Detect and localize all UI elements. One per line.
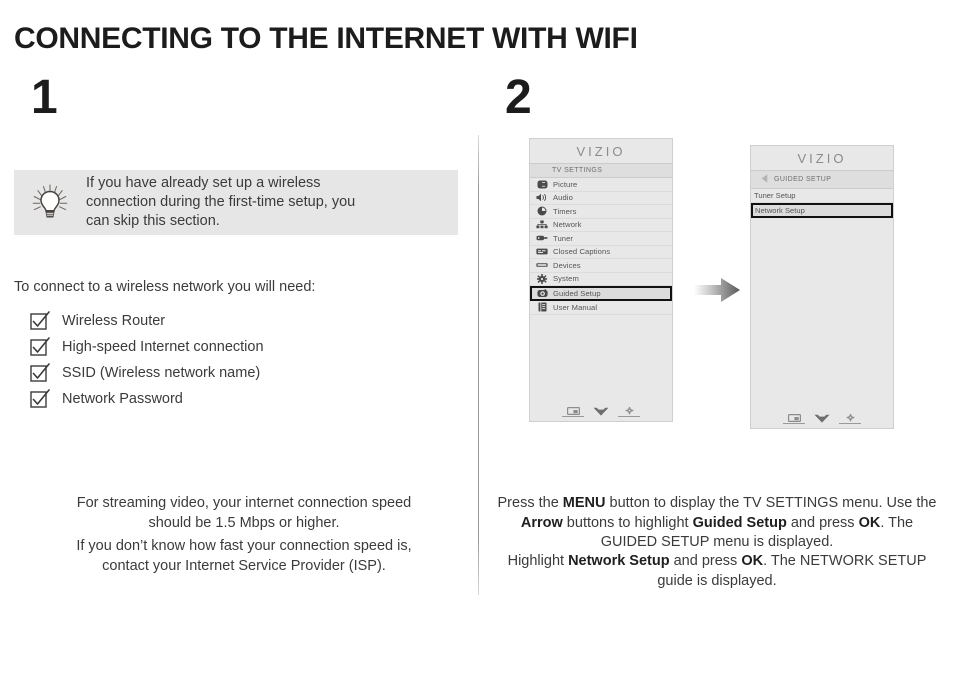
tip-line-3: can skip this section. — [86, 213, 220, 229]
checklist-label: High-speed Internet connection — [62, 339, 264, 355]
menu-item-timers[interactable]: Timers — [530, 205, 672, 219]
caption-text: and press — [786, 514, 859, 531]
checkbox-checked-icon — [30, 337, 52, 357]
checkbox-checked-icon — [30, 363, 52, 383]
picture-icon — [534, 179, 550, 190]
menu-item-label: Network Setup — [755, 206, 805, 215]
lightbulb-icon — [14, 181, 86, 225]
clock-icon — [534, 206, 550, 217]
list-item: Wireless Router — [30, 308, 264, 334]
tv-settings-header: TV SETTINGS — [530, 163, 672, 178]
column-divider — [478, 135, 479, 595]
menu-item-label: System — [553, 274, 579, 284]
step-number-2: 2 — [505, 71, 532, 124]
input-icon[interactable] — [562, 406, 584, 417]
tip-box: If you have already set up a wireless co… — [14, 170, 458, 235]
note-line: If you don’t know how fast your connecti… — [76, 538, 412, 554]
menu-item-label: Devices — [553, 260, 581, 270]
note-streaming-speed: For streaming video, your internet conne… — [24, 493, 464, 533]
caption-text: button to display the TV SETTINGS menu. … — [605, 495, 937, 511]
checklist-label: Network Password — [62, 391, 183, 407]
menu-item-guided-setup[interactable]: Guided Setup — [530, 286, 672, 301]
devices-icon — [534, 260, 550, 271]
menu-item-closed-captions[interactable]: Closed Captions — [530, 245, 672, 259]
caption-emphasis-network-setup: Network Setup — [568, 553, 670, 569]
note-line: should be 1.5 Mbps or higher. — [148, 515, 340, 531]
menu-item-picture[interactable]: Picture — [530, 178, 672, 192]
user-manual-icon — [534, 302, 550, 313]
tuner-icon — [534, 233, 550, 244]
tip-text: If you have already set up a wireless co… — [86, 174, 363, 231]
checklist-intro: To connect to a wireless network you wil… — [14, 279, 316, 295]
tv-footer-2 — [751, 413, 893, 424]
back-arrow-icon[interactable] — [761, 174, 768, 185]
step-2-caption-paragraph-1: Press the MENU button to display the TV … — [494, 494, 940, 553]
closed-captions-icon — [534, 246, 550, 257]
step-2-caption-paragraph-2: Highlight Network Setup and press OK. Th… — [494, 552, 940, 591]
list-item: High-speed Internet connection — [30, 334, 264, 360]
caption-emphasis-ok: OK — [858, 514, 881, 531]
menu-item-tuner-setup[interactable]: Tuner Setup — [751, 189, 893, 203]
tv-settings-header-label: TV SETTINGS — [552, 167, 603, 174]
menu-item-label: Guided Setup — [553, 289, 601, 298]
note-line: contact your Internet Service Provider (… — [102, 558, 386, 574]
tv-settings-screen: VIZIO TV SETTINGS Picture Audio Timers N… — [529, 138, 673, 422]
checkbox-checked-icon — [30, 311, 52, 331]
menu-item-label: User Manual — [553, 302, 598, 312]
list-item: Network Password — [30, 386, 264, 412]
chevron-down-icon[interactable] — [593, 407, 609, 417]
guided-setup-header: GUIDED SETUP — [751, 170, 893, 189]
caption-emphasis-arrow: Arrow — [520, 514, 563, 531]
menu-item-network[interactable]: Network — [530, 218, 672, 232]
menu-item-network-setup[interactable]: Network Setup — [751, 203, 893, 218]
caption-text: buttons to highlight — [562, 514, 693, 531]
right-arrow-icon — [694, 277, 740, 303]
checklist-label: SSID (Wireless network name) — [62, 365, 261, 381]
tv-footer-1 — [530, 406, 672, 417]
gear-icon[interactable] — [618, 406, 640, 417]
guided-setup-screen: VIZIO GUIDED SETUP Tuner Setup Network S… — [750, 145, 894, 429]
page-title: CONNECTING TO THE INTERNET WITH WIFI — [14, 22, 638, 55]
caption-text: and press — [669, 553, 742, 569]
tip-line-1: If you have already set up a wireless — [86, 175, 321, 191]
guided-setup-icon — [534, 288, 550, 299]
gear-icon — [534, 273, 550, 284]
vizio-logo: VIZIO — [530, 139, 672, 163]
guided-setup-header-label: GUIDED SETUP — [774, 176, 832, 183]
checkbox-checked-icon — [30, 389, 52, 409]
caption-text: Press the — [497, 495, 563, 511]
vizio-logo: VIZIO — [751, 146, 893, 170]
note-line: For streaming video, your internet conne… — [76, 495, 412, 511]
menu-item-label: Audio — [553, 193, 573, 203]
menu-item-label: Network — [553, 220, 582, 230]
list-item: SSID (Wireless network name) — [30, 360, 264, 386]
input-icon[interactable] — [783, 413, 805, 424]
menu-item-label: Timers — [553, 206, 577, 216]
step-number-1: 1 — [31, 71, 58, 124]
caption-emphasis-ok: OK — [741, 553, 764, 569]
menu-item-user-manual[interactable]: User Manual — [530, 301, 672, 315]
network-icon — [534, 219, 550, 230]
gear-icon[interactable] — [839, 413, 861, 424]
menu-item-label: Picture — [553, 179, 578, 189]
checklist-label: Wireless Router — [62, 313, 166, 329]
menu-item-audio[interactable]: Audio — [530, 191, 672, 205]
caption-emphasis-guided-setup: Guided Setup — [692, 514, 787, 531]
speaker-icon — [534, 192, 550, 203]
menu-item-system[interactable]: System — [530, 272, 672, 286]
note-isp: If you don’t know how fast your connecti… — [24, 536, 464, 576]
caption-text: Highlight — [507, 553, 569, 569]
chevron-down-icon[interactable] — [814, 414, 830, 424]
menu-item-label: Tuner — [553, 233, 574, 243]
menu-item-devices[interactable]: Devices — [530, 259, 672, 273]
menu-item-label: Closed Captions — [553, 247, 611, 257]
caption-emphasis-menu: MENU — [562, 495, 606, 511]
requirements-checklist: Wireless Router High-speed Internet conn… — [30, 308, 264, 412]
menu-item-label: Tuner Setup — [754, 191, 796, 200]
tip-line-2: connection during the first-time setup, … — [86, 194, 356, 210]
menu-item-tuner[interactable]: Tuner — [530, 232, 672, 246]
